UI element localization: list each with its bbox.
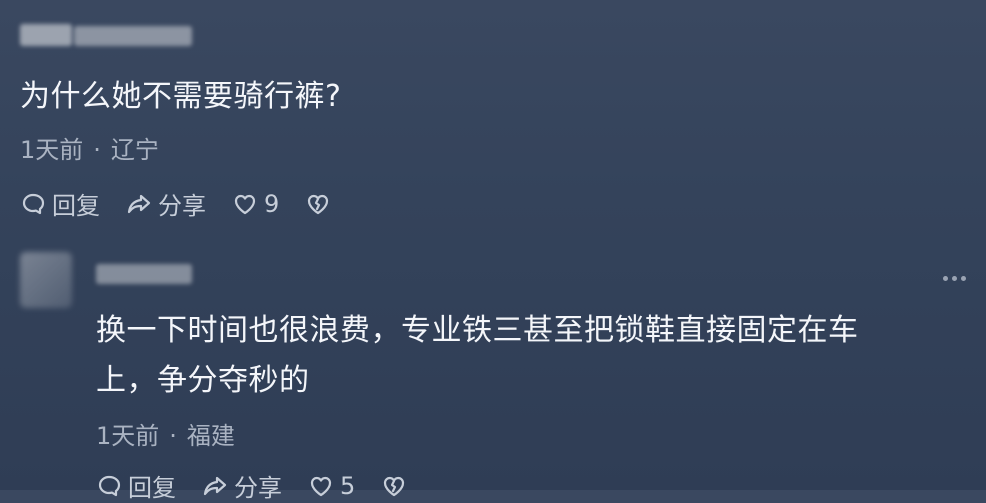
reply-button[interactable]: 回复 [20, 186, 100, 221]
broken-heart-icon [384, 476, 405, 496]
reply-label: 回复 [128, 474, 176, 502]
comment-text: 为什么她不需要骑行裤? [20, 79, 342, 114]
broken-heart-icon [308, 194, 329, 214]
like-button[interactable]: 5 [308, 472, 355, 500]
username-blurred[interactable] [96, 264, 192, 284]
comment-time: 1天前 [20, 136, 84, 164]
username-blurred[interactable] [20, 24, 72, 46]
comment-text-line-1: 换一下时间也很浪费，专业铁三甚至把锁鞋直接固定在车 [96, 313, 859, 348]
comment-text-line-2: 上，争分夺秒的 [96, 363, 310, 398]
more-dots-icon[interactable] [943, 276, 966, 281]
comment-bubble-icon [22, 193, 45, 214]
share-button[interactable]: 分享 [126, 186, 206, 221]
share-arrow-icon [127, 194, 151, 213]
comment-time: 1天前 [96, 422, 160, 450]
comment-bubble-icon [98, 475, 121, 496]
comment-location: 福建 [186, 422, 235, 450]
heart-icon [310, 476, 332, 496]
heart-icon [234, 194, 256, 214]
reply-label: 回复 [52, 192, 100, 220]
comment-actions: 回复 分享 5 [96, 468, 439, 503]
username-blurred-2[interactable] [74, 26, 192, 46]
comment-meta: 1天前 · 福建 [96, 416, 235, 451]
share-label: 分享 [234, 474, 282, 502]
like-count: 5 [340, 471, 356, 500]
share-label: 分享 [158, 192, 206, 220]
meta-separator: · [93, 136, 101, 164]
share-button[interactable]: 分享 [202, 468, 282, 503]
comment-actions: 回复 分享 9 [20, 186, 363, 221]
dislike-button[interactable] [305, 191, 337, 217]
comment-location: 辽宁 [110, 136, 159, 164]
meta-separator: · [169, 422, 177, 450]
like-button[interactable]: 9 [232, 190, 279, 218]
dislike-button[interactable] [381, 473, 413, 499]
like-count: 9 [264, 189, 280, 218]
comment-meta: 1天前 · 辽宁 [20, 130, 159, 165]
share-arrow-icon [203, 476, 227, 495]
avatar[interactable] [20, 252, 72, 308]
reply-button[interactable]: 回复 [96, 468, 176, 503]
